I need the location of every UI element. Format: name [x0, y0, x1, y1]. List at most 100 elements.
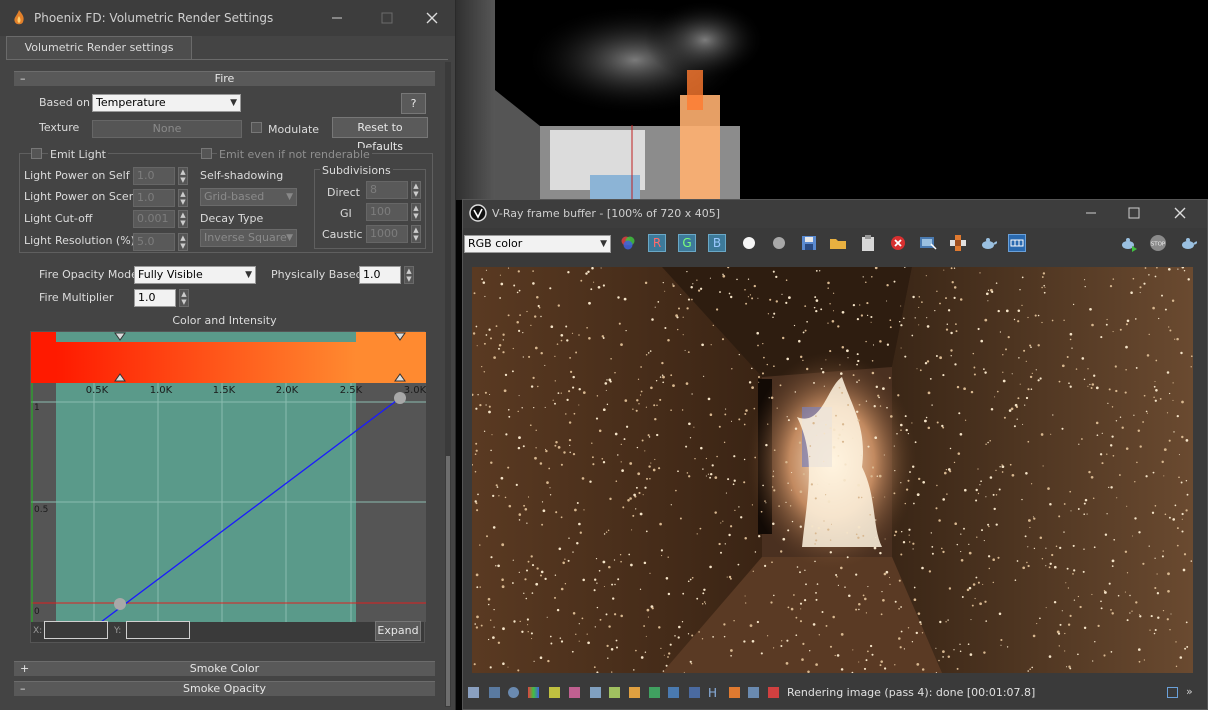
emit-light-checkbox[interactable] [31, 148, 42, 159]
light-cutoff-input[interactable]: 0.001 [133, 210, 175, 228]
self-shadowing-dropdown[interactable]: Grid-based ▼ [200, 188, 297, 206]
noise-speck [879, 664, 882, 667]
vfb-close-button[interactable] [1169, 203, 1191, 223]
noise-speck [526, 310, 528, 313]
noise-speck [728, 292, 731, 295]
expand-button[interactable]: Expand [375, 621, 421, 641]
track-mouse-icon[interactable] [919, 234, 937, 252]
noise-speck [557, 446, 561, 449]
stamp-icon[interactable] [768, 687, 779, 698]
rollout-smoke-color-header[interactable]: + Smoke Color [14, 661, 435, 676]
close-button[interactable] [421, 8, 443, 28]
expand-statusbar-icon[interactable]: » [1186, 685, 1193, 698]
vfb-maximize-button[interactable] [1123, 203, 1145, 223]
hsl-icon[interactable] [569, 687, 580, 698]
modulate-checkbox[interactable] [251, 122, 262, 133]
clipboard-icon[interactable] [859, 234, 877, 252]
noise-speck [900, 305, 902, 307]
fire-multiplier-spinner[interactable]: ▲ ▼ [179, 289, 189, 307]
render-teapot-icon[interactable] [979, 234, 998, 252]
noise-speck [614, 583, 616, 586]
reset-to-defaults-button[interactable]: Reset to Defaults [332, 117, 428, 153]
tab-volumetric-render-settings[interactable]: Volumetric Render settings [6, 36, 192, 60]
noise-speck [1153, 632, 1156, 635]
open-folder-icon[interactable] [829, 234, 847, 252]
h-icon[interactable]: H [708, 686, 717, 700]
rollout-fire-header[interactable]: – Fire [14, 71, 435, 86]
fire-opacity-mode-dropdown[interactable]: Fully Visible ▼ [134, 266, 256, 284]
red-channel-toggle[interactable]: R [648, 234, 666, 252]
minimize-button[interactable] [326, 8, 348, 28]
color-channels-icon[interactable] [619, 234, 637, 252]
rollout-smoke-opacity-header[interactable]: – Smoke Opacity [14, 681, 435, 696]
physically-based-spinner[interactable]: ▲ ▼ [404, 266, 414, 284]
render-interactive-icon[interactable] [1119, 234, 1137, 252]
noise-speck [984, 371, 987, 374]
maximize-button[interactable] [376, 8, 398, 28]
grey-circle-icon[interactable] [770, 234, 788, 252]
texture-map-button[interactable]: None [92, 120, 242, 138]
light-power-self-spinner[interactable]: ▲ ▼ [178, 167, 188, 185]
noise-speck [578, 522, 581, 526]
noise-speck [968, 586, 972, 590]
help-button[interactable]: ? [401, 93, 426, 114]
light-resolution-spinner[interactable]: ▲ ▼ [178, 233, 188, 251]
channel-dropdown[interactable]: RGB color ▼ [464, 235, 611, 253]
save-icon[interactable] [800, 234, 818, 252]
fire-opacity-mode-label: Fire Opacity Mode [39, 268, 138, 281]
gi-input[interactable]: 100 [366, 203, 408, 221]
curve-graph[interactable]: 0.5K 1.0K 1.5K 2.0K 2.5K 3.0K10.50 [31, 332, 426, 622]
noise-speck [484, 295, 486, 298]
direct-spinner[interactable]: ▲ ▼ [411, 181, 421, 199]
gi-spinner[interactable]: ▲ ▼ [411, 203, 421, 221]
light-power-scene-input[interactable]: 1.0 [133, 189, 175, 207]
scrollbar-thumb[interactable] [446, 456, 450, 706]
noise-speck [534, 315, 537, 318]
light-cutoff-spinner[interactable]: ▲ ▼ [178, 210, 188, 228]
noise-speck [795, 634, 798, 637]
noise-speck [1023, 349, 1026, 352]
stop-render-icon[interactable]: STOP [1149, 234, 1167, 252]
lens-effects-icon[interactable] [489, 687, 500, 698]
levels-icon[interactable] [549, 687, 560, 698]
noise-speck [664, 326, 667, 330]
noise-speck [1178, 476, 1180, 479]
green-channel-toggle[interactable]: G [678, 234, 696, 252]
blue-channel-toggle[interactable]: B [708, 234, 726, 252]
background-icon[interactable] [649, 687, 660, 698]
region-render-icon[interactable] [949, 234, 967, 252]
panel-toggle-icon[interactable] [1167, 687, 1178, 698]
white-circle-icon[interactable] [740, 234, 758, 252]
history-icon[interactable] [468, 687, 479, 698]
caustic-input[interactable]: 1000 [366, 225, 408, 243]
vfb-minimize-button[interactable] [1080, 203, 1102, 223]
curves-icon[interactable] [609, 687, 620, 698]
y-coord-input[interactable] [126, 621, 190, 639]
physically-based-input[interactable]: 1.0 [359, 266, 401, 284]
lut-icon[interactable] [668, 687, 679, 698]
compare-icon[interactable] [729, 687, 740, 698]
pixel-info-icon[interactable] [748, 687, 759, 698]
caustic-spinner[interactable]: ▲ ▼ [411, 225, 421, 243]
noise-speck [516, 320, 519, 324]
light-resolution-input[interactable]: 5.0 [133, 233, 175, 251]
color-correction-icon[interactable] [528, 687, 539, 698]
noise-speck [820, 367, 823, 370]
film-strip-icon[interactable] [1008, 234, 1026, 252]
decay-type-dropdown[interactable]: Inverse Square ▼ [200, 229, 297, 247]
ocio-icon[interactable] [689, 687, 700, 698]
emit-even-checkbox[interactable] [201, 148, 212, 159]
x-coord-input[interactable] [44, 621, 108, 639]
light-power-self-input[interactable]: 1.0 [133, 167, 175, 185]
direct-input[interactable]: 8 [366, 181, 408, 199]
render-last-icon[interactable] [1179, 234, 1198, 252]
histogram-icon[interactable] [590, 687, 601, 698]
info-icon[interactable] [508, 687, 519, 698]
based-on-dropdown[interactable]: Temperature ▼ [92, 94, 241, 112]
curve-editor[interactable]: 0.5K 1.0K 1.5K 2.0K 2.5K 3.0K 1 0.5 0 [30, 331, 426, 643]
fire-multiplier-input[interactable]: 1.0 [134, 289, 176, 307]
light-power-scene-spinner[interactable]: ▲ ▼ [178, 189, 188, 207]
noise-speck [1048, 655, 1052, 658]
clear-image-icon[interactable] [889, 234, 907, 252]
exposure-icon[interactable] [629, 687, 640, 698]
